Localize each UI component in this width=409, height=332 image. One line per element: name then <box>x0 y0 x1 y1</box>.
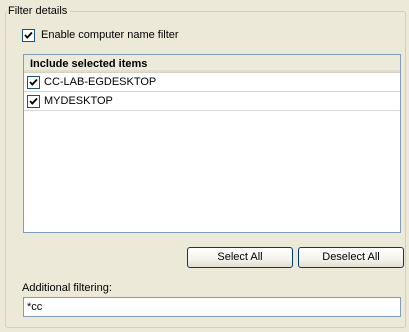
enable-filter-checkbox[interactable] <box>22 28 35 42</box>
include-items-list[interactable]: Include selected items CC-LAB-EGDESKTOP … <box>23 54 401 233</box>
checkmark-icon <box>29 97 38 105</box>
checkmark-icon <box>24 31 33 39</box>
additional-filtering-label: Additional filtering: <box>22 282 112 294</box>
enable-filter-label: Enable computer name filter <box>41 29 179 41</box>
select-all-button[interactable]: Select All <box>187 247 293 268</box>
additional-filtering-input[interactable] <box>23 297 401 317</box>
list-item[interactable]: MYDESKTOP <box>24 92 400 111</box>
enable-filter-checkbox-row[interactable]: Enable computer name filter <box>22 28 179 42</box>
list-item[interactable]: CC-LAB-EGDESKTOP <box>24 73 400 92</box>
checkmark-icon <box>29 78 38 86</box>
list-item-checkbox[interactable] <box>27 75 40 89</box>
list-item-checkbox[interactable] <box>27 94 40 108</box>
list-item-label: CC-LAB-EGDESKTOP <box>44 76 157 88</box>
group-title: Filter details <box>7 4 71 18</box>
list-column-header[interactable]: Include selected items <box>24 55 400 73</box>
deselect-all-button[interactable]: Deselect All <box>298 247 404 268</box>
list-item-label: MYDESKTOP <box>44 95 113 107</box>
